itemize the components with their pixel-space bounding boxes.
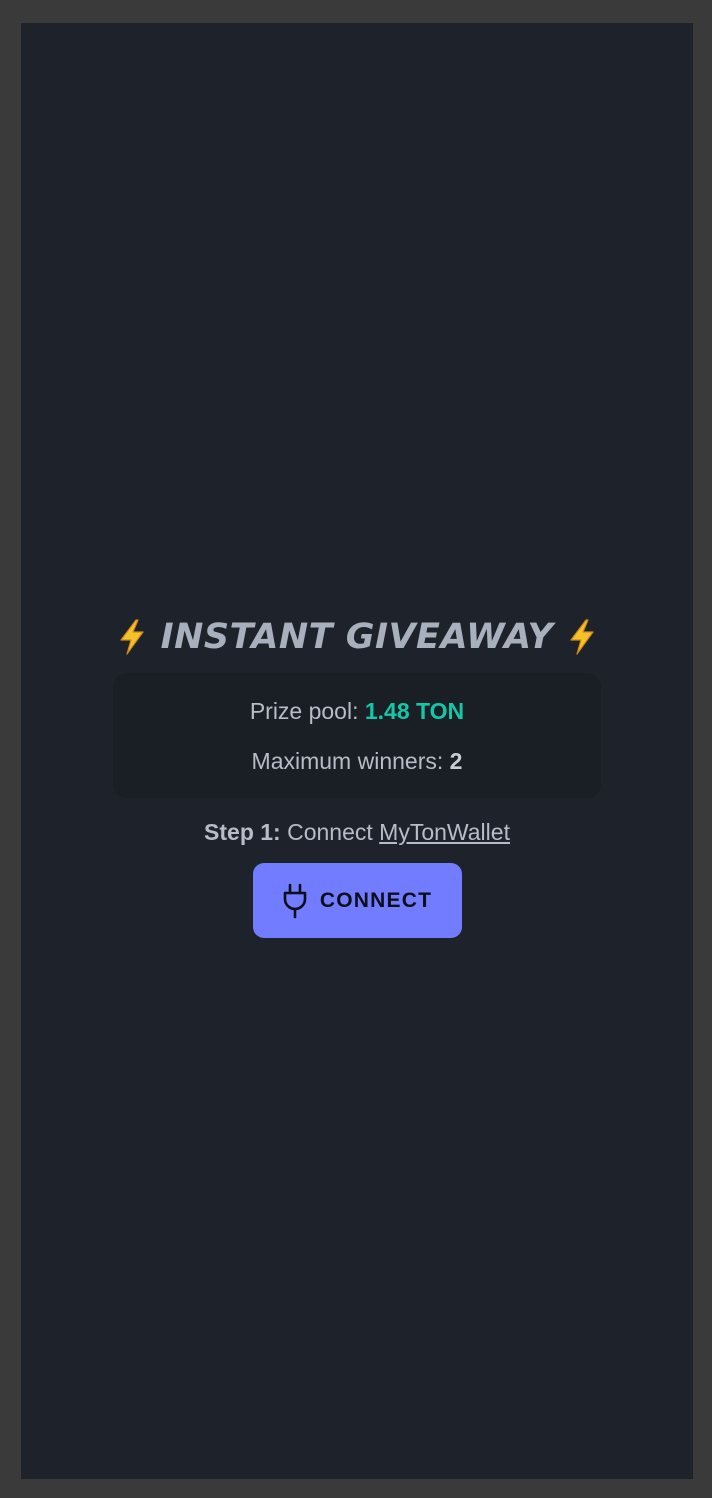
prize-pool-value: 1.48 TON [364,697,465,724]
lightning-bolt-icon [567,619,597,655]
prize-pool-row: Prize pool: 1.48 TON [250,697,464,725]
max-winners-value: 2 [449,747,463,774]
wallet-link[interactable]: MyTonWallet [379,819,510,845]
max-winners-label: Maximum winners: [251,747,444,774]
connect-button[interactable]: CONNECT [252,863,462,938]
connect-button-label: CONNECT [319,888,433,912]
step-text: Connect [287,819,373,845]
lightning-bolt-icon [117,619,147,655]
page-title: INSTANT GIVEAWAY [117,615,598,659]
step-label: Step 1: [204,819,281,845]
plug-icon [282,883,308,919]
info-card: Prize pool: 1.48 TON Maximum winners: 2 [113,673,601,798]
max-winners-row: Maximum winners: 2 [252,747,463,775]
step-instruction: Step 1: Connect MyTonWallet [204,818,510,846]
title-text: INSTANT GIVEAWAY [160,617,554,657]
giveaway-panel: INSTANT GIVEAWAY Prize pool: 1.48 TON Ma… [21,615,693,938]
prize-pool-label: Prize pool: [249,697,359,724]
app-frame: INSTANT GIVEAWAY Prize pool: 1.48 TON Ma… [21,23,693,1479]
